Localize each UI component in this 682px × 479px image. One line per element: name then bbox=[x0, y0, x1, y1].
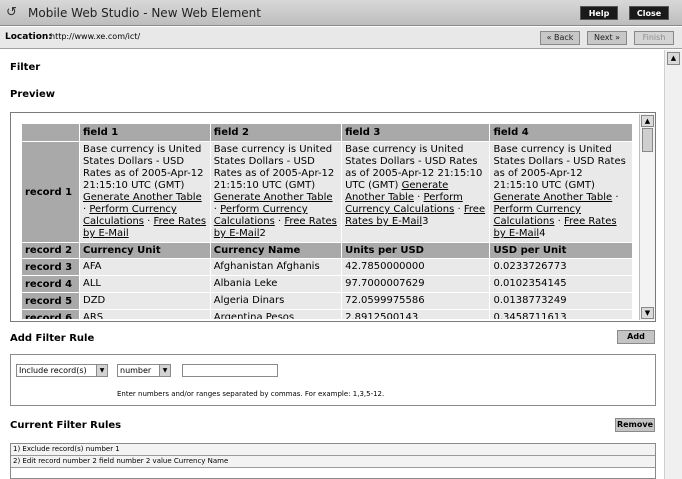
row-label: record 6 bbox=[21, 309, 80, 319]
preview-scrollbar[interactable]: ▲ ▼ bbox=[639, 114, 655, 320]
cell-suffix: 4 bbox=[539, 228, 546, 239]
column-header-field-4: field 4 bbox=[489, 123, 633, 142]
table-row: record 6 ARS Argentina Pesos 2.891250014… bbox=[21, 309, 633, 319]
row-label: record 4 bbox=[21, 275, 80, 293]
generate-table-link[interactable]: Generate Another Table bbox=[83, 192, 202, 203]
window-title: Mobile Web Studio - New Web Element bbox=[28, 6, 261, 20]
help-button[interactable]: Help bbox=[580, 6, 618, 20]
table-cell: AFA bbox=[79, 258, 211, 276]
separator: · bbox=[144, 216, 154, 227]
table-row: record 1 Base currency is United States … bbox=[21, 141, 633, 243]
remove-rule-button[interactable]: Remove bbox=[615, 418, 655, 432]
separator: · bbox=[554, 216, 565, 227]
separator: · bbox=[274, 216, 285, 227]
current-filter-rules-heading: Current Filter Rules bbox=[10, 420, 122, 431]
table-cell: DZD bbox=[79, 292, 211, 310]
table-cell: Afghanistan Afghanis bbox=[209, 258, 343, 276]
table-cell: ARS bbox=[79, 309, 211, 319]
cell-suffix: 3 bbox=[422, 216, 429, 227]
rule-hint-text: Enter numbers and/or ranges separated by… bbox=[117, 390, 385, 398]
row-label: record 5 bbox=[21, 292, 80, 310]
table-cell: Base currency is United States Dollars -… bbox=[341, 141, 491, 243]
table-cell: Currency Unit bbox=[79, 242, 211, 259]
table-cell: ALL bbox=[79, 275, 211, 293]
arrow-down-icon[interactable]: ▼ bbox=[641, 307, 654, 319]
location-bar: Location: http://www.xe.com/ict/ « Back … bbox=[0, 27, 682, 49]
column-header-field-3: field 3 bbox=[341, 123, 491, 142]
location-url[interactable]: http://www.xe.com/ict/ bbox=[50, 32, 140, 41]
table-cell: 0.0138773249 bbox=[489, 292, 633, 310]
cell-text: Base currency is United States Dollars -… bbox=[213, 144, 335, 191]
add-rule-button[interactable]: Add bbox=[617, 330, 655, 344]
table-cell: Algeria Dinars bbox=[209, 292, 343, 310]
preview-panel: field 1 field 2 field 3 field 4 record 1… bbox=[10, 112, 656, 322]
list-item[interactable]: 1) Exclude record(s) number 1 bbox=[11, 444, 655, 456]
cell-text: Base currency is United States Dollars -… bbox=[83, 144, 204, 191]
preview-heading: Preview bbox=[10, 89, 56, 100]
separator: · bbox=[612, 192, 619, 203]
mode-select-value: Include record(s) bbox=[19, 366, 87, 375]
table-cell: Argentina Pesos bbox=[209, 309, 343, 319]
table-cell: 42.7850000000 bbox=[341, 258, 491, 276]
cell-text: Base currency is United States Dollars -… bbox=[493, 144, 626, 191]
page-scrollbar[interactable]: ▲ bbox=[664, 50, 682, 479]
generate-table-link[interactable]: Generate Another Table bbox=[493, 192, 612, 203]
column-header-field-1: field 1 bbox=[79, 123, 211, 142]
add-filter-rule-heading: Add Filter Rule bbox=[10, 333, 95, 344]
mobile-studio-logo-icon: ↺ bbox=[6, 5, 17, 20]
current-rules-list: 1) Exclude record(s) number 1 2) Edit re… bbox=[10, 443, 656, 479]
add-filter-rule-panel: Include record(s) ▼ number ▼ Enter numbe… bbox=[10, 354, 656, 406]
close-button[interactable]: Close bbox=[629, 6, 669, 20]
type-select[interactable]: number ▼ bbox=[117, 364, 171, 377]
table-cell: Units per USD bbox=[341, 242, 491, 259]
table-cell: Currency Name bbox=[209, 242, 343, 259]
table-cell: 72.0599975586 bbox=[341, 292, 491, 310]
table-cell: 97.7000007629 bbox=[341, 275, 491, 293]
preview-table-viewport: field 1 field 2 field 3 field 4 record 1… bbox=[21, 123, 633, 319]
generate-table-link[interactable]: Generate Another Table bbox=[214, 192, 333, 203]
corner-header bbox=[21, 123, 80, 142]
row-label: record 1 bbox=[21, 141, 80, 243]
list-item[interactable]: 2) Edit record number 2 field number 2 v… bbox=[11, 456, 655, 468]
filter-heading: Filter bbox=[10, 62, 41, 73]
separator: · bbox=[413, 192, 424, 203]
table-cell: Base currency is United States Dollars -… bbox=[209, 141, 343, 243]
scrollbar-thumb[interactable] bbox=[642, 128, 653, 152]
table-cell: 0.0102354145 bbox=[489, 275, 633, 293]
chevron-down-icon[interactable]: ▼ bbox=[159, 365, 170, 376]
table-cell: 0.3458711613 bbox=[489, 309, 633, 319]
table-cell: Base currency is United States Dollars -… bbox=[489, 141, 633, 243]
cell-suffix: 2 bbox=[259, 228, 266, 239]
finish-button[interactable]: Finish bbox=[634, 31, 674, 45]
type-select-value: number bbox=[120, 366, 152, 375]
preview-table: field 1 field 2 field 3 field 4 record 1… bbox=[21, 123, 633, 319]
arrow-up-icon[interactable]: ▲ bbox=[641, 115, 654, 127]
chevron-down-icon[interactable]: ▼ bbox=[96, 365, 107, 376]
table-row: record 5 DZD Algeria Dinars 72.059997558… bbox=[21, 292, 633, 310]
location-label: Location: bbox=[5, 32, 52, 42]
column-header-field-2: field 2 bbox=[209, 123, 343, 142]
table-cell: 0.0233726773 bbox=[489, 258, 633, 276]
back-button[interactable]: « Back bbox=[540, 31, 580, 45]
table-row: record 2 Currency Unit Currency Name Uni… bbox=[21, 242, 633, 259]
arrow-up-icon[interactable]: ▲ bbox=[667, 52, 680, 65]
table-cell: 2.8912500143 bbox=[341, 309, 491, 319]
separator: · bbox=[454, 204, 464, 215]
mode-select[interactable]: Include record(s) ▼ bbox=[16, 364, 108, 377]
table-cell: Base currency is United States Dollars -… bbox=[79, 141, 211, 243]
table-cell: USD per Unit bbox=[489, 242, 633, 259]
table-cell: Albania Leke bbox=[209, 275, 343, 293]
row-label: record 3 bbox=[21, 258, 80, 276]
rule-value-input[interactable] bbox=[182, 364, 278, 377]
table-row: record 3 AFA Afghanistan Afghanis 42.785… bbox=[21, 258, 633, 276]
next-button[interactable]: Next » bbox=[587, 31, 627, 45]
table-row: record 4 ALL Albania Leke 97.7000007629 … bbox=[21, 275, 633, 293]
row-label: record 2 bbox=[21, 242, 80, 259]
title-bar: ↺ Mobile Web Studio - New Web Element He… bbox=[0, 0, 682, 26]
